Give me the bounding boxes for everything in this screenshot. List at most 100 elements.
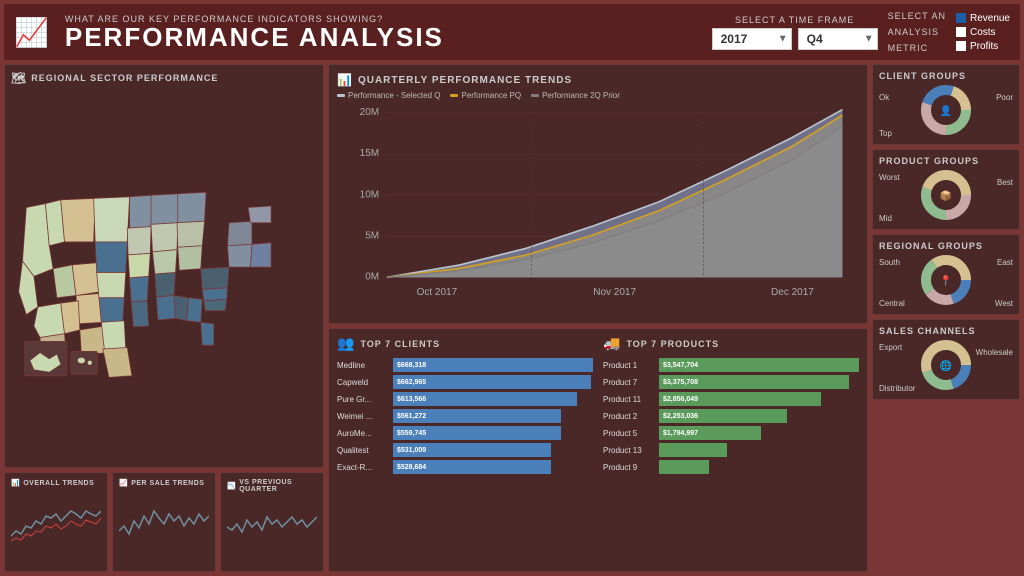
state-wi[interactable] xyxy=(151,194,179,225)
state-la[interactable] xyxy=(131,301,149,327)
costs-checkbox[interactable] xyxy=(956,27,966,37)
per-sale-trends-title: 📈 Per Sale Trends xyxy=(119,479,209,487)
svg-text:Dec 2017: Dec 2017 xyxy=(771,287,814,298)
state-ms[interactable] xyxy=(156,295,175,319)
svg-text:10M: 10M xyxy=(360,189,379,200)
top7-products-header: 🚚 Top 7 Products xyxy=(603,335,859,352)
state-ga[interactable] xyxy=(187,298,202,322)
revenue-checkbox[interactable] xyxy=(956,13,966,23)
client-bar-2: $613,566 xyxy=(393,392,577,406)
state-nj[interactable] xyxy=(250,243,271,267)
regional-west-label: West xyxy=(995,299,1013,308)
svg-text:📦: 📦 xyxy=(940,189,952,202)
quarterly-svg: 20M 15M 10M 5M 0M xyxy=(337,104,859,304)
state-mn[interactable] xyxy=(130,195,153,228)
sales-channels-panel: Sales Channels Export Distributor Wholes… xyxy=(872,319,1020,400)
header-title: Performance Analysis xyxy=(65,24,702,50)
products-icon: 🚚 xyxy=(603,335,620,352)
state-hi[interactable] xyxy=(78,357,86,363)
profits-checkbox[interactable] xyxy=(956,41,966,51)
client-poor-label: Poor xyxy=(996,93,1013,102)
state-ne2[interactable] xyxy=(248,206,271,223)
sales-channels-chart: Export Distributor Wholesale 🌐 xyxy=(879,338,1013,393)
sales-channels-svg: 🌐 xyxy=(911,338,981,393)
product-bar-1: $3,375,708 xyxy=(659,375,849,389)
top7-clients-section: 👥 Top 7 Clients Medline $668,318 xyxy=(337,335,593,565)
state-ut[interactable] xyxy=(61,301,80,334)
state-ar[interactable] xyxy=(130,276,149,301)
quarter-dropdown[interactable]: Q4 xyxy=(798,28,878,50)
state-ks[interactable] xyxy=(99,298,124,322)
product-best-label: Best xyxy=(997,178,1013,187)
product-row-1: Product 7 $3,375,708 xyxy=(603,375,859,389)
state-mt[interactable] xyxy=(61,198,95,242)
state-oh[interactable] xyxy=(178,246,202,270)
state-pa[interactable] xyxy=(227,244,251,267)
vs-previous-icon: 📉 xyxy=(227,482,236,490)
state-tn[interactable] xyxy=(155,273,176,297)
profits-label: Profits xyxy=(970,41,998,52)
legend-2q: Performance 2Q Prior xyxy=(531,91,620,100)
product-groups-svg: 📦 xyxy=(911,168,981,223)
state-ny[interactable] xyxy=(227,221,251,245)
legend-dot-pq xyxy=(450,94,458,97)
top7-clients-header: 👥 Top 7 Clients xyxy=(337,335,593,352)
legend-dot-selected xyxy=(337,94,345,97)
state-mi[interactable] xyxy=(178,192,206,223)
sales-channels-title: Sales Channels xyxy=(879,326,976,336)
state-mo[interactable] xyxy=(128,253,150,277)
state-ia[interactable] xyxy=(127,227,151,255)
header-controls: Select a Time Frame 2017 ▼ Q4 ▼ xyxy=(712,8,1010,57)
state-sd[interactable] xyxy=(95,242,127,273)
metrics-list: Revenue Costs Profits xyxy=(956,13,1010,52)
product-bar-2: $2,856,049 xyxy=(659,392,821,406)
state-in[interactable] xyxy=(177,221,205,247)
svg-text:20M: 20M xyxy=(360,107,379,118)
vs-previous-panel: 📉 VS Previous Quarter xyxy=(220,472,324,572)
state-ok[interactable] xyxy=(101,321,125,349)
analysis-label: SELECT ANANALYSISMETRIC xyxy=(888,8,946,57)
state-fl[interactable] xyxy=(201,322,214,345)
overall-trends-chart xyxy=(11,491,101,551)
map-panel-title: 🗺 Regional Sector Performance xyxy=(11,71,317,85)
state-nc[interactable] xyxy=(202,288,227,301)
per-sale-trends-panel: 📈 Per Sale Trends xyxy=(112,472,216,572)
state-nd[interactable] xyxy=(94,197,130,242)
regional-east-label: East xyxy=(997,258,1013,267)
costs-label: Costs xyxy=(970,27,996,38)
product-row-2: Product 11 $2,856,049 xyxy=(603,392,859,406)
middle-column: 📊 Quarterly Performance Trends Performan… xyxy=(328,64,868,572)
chart-icon: 📊 xyxy=(337,73,352,87)
client-bar-3: $561,272 xyxy=(393,409,561,423)
regional-central-label: Central xyxy=(879,299,905,308)
us-map-svg xyxy=(11,89,317,468)
product-groups-panel: Product Groups Worst Mid Best 📦 xyxy=(872,149,1020,230)
state-ky[interactable] xyxy=(153,250,177,274)
product-mid-label: Mid xyxy=(879,214,892,223)
state-il[interactable] xyxy=(151,223,178,252)
legend-label-2q: Performance 2Q Prior xyxy=(542,91,620,100)
client-ok-label: Ok xyxy=(879,93,889,102)
regional-groups-panel: Regional Groups South Central East West … xyxy=(872,234,1020,315)
product-groups-chart: Worst Mid Best 📦 xyxy=(879,168,1013,223)
per-sale-icon: 📈 xyxy=(119,479,128,487)
state-sc[interactable] xyxy=(204,299,227,310)
year-dropdown[interactable]: 2017 xyxy=(712,28,792,50)
legend-dot-2q xyxy=(531,94,539,97)
regional-groups-svg: 📍 xyxy=(911,253,981,308)
svg-text:🌐: 🌐 xyxy=(940,359,952,372)
state-ne[interactable] xyxy=(97,273,126,298)
quarter-dropdown-wrapper: Q4 ▼ xyxy=(798,28,878,50)
client-bar-1: $662,965 xyxy=(393,375,591,389)
legend-label-pq: Performance PQ xyxy=(461,91,521,100)
svg-text:5M: 5M xyxy=(365,230,379,241)
product-groups-title: Product Groups xyxy=(879,156,979,166)
state-al[interactable] xyxy=(174,295,189,320)
state-nv[interactable] xyxy=(34,303,65,337)
overall-trends-title: 📊 Overall Trends xyxy=(11,479,101,487)
product-row-0: Product 1 $3,547,704 xyxy=(603,358,859,372)
client-row-4: AuroMe... $559,745 xyxy=(337,426,593,440)
map-icon: 🗺 xyxy=(11,71,27,85)
metric-costs: Costs xyxy=(956,27,1010,38)
state-va[interactable] xyxy=(201,267,229,289)
